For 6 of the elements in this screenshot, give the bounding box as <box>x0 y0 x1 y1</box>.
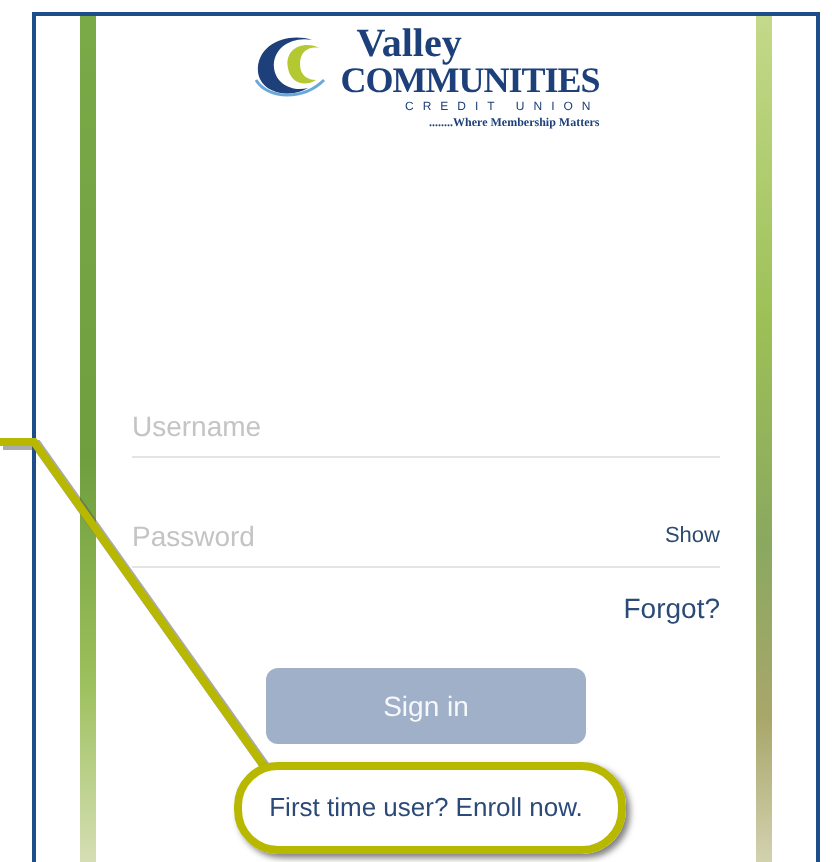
enroll-link[interactable]: First time user? Enroll now. <box>269 792 583 822</box>
password-field[interactable]: Password <box>132 520 665 552</box>
forgot-link[interactable]: Forgot? <box>623 592 720 624</box>
logo-text: Valley <box>356 28 462 60</box>
username-field[interactable]: Username <box>132 410 720 442</box>
show-password-button[interactable]: Show <box>664 524 720 548</box>
